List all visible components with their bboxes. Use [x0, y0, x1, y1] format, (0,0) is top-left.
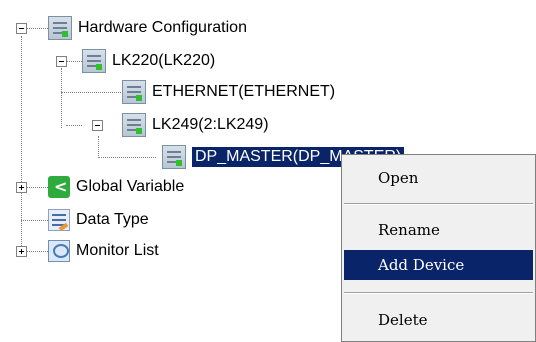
global-variable-icon [48, 176, 70, 198]
hardware-icon [162, 145, 186, 169]
tree-connector [26, 187, 48, 188]
collapse-toggle[interactable] [92, 120, 103, 131]
tree-node-label: Global Variable [76, 178, 185, 195]
tree-node-monitor-list[interactable]: Monitor List [48, 237, 159, 265]
monitor-list-icon [48, 240, 70, 262]
tree-node-global-variable[interactable]: Global Variable [48, 173, 184, 201]
tree-connector [26, 251, 48, 252]
hardware-icon [122, 80, 146, 104]
tree-node-label: Monitor List [76, 242, 159, 259]
tree-node-label: LK249(2:LK249) [152, 116, 269, 133]
collapse-toggle[interactable] [56, 56, 67, 67]
expand-toggle[interactable] [16, 246, 27, 257]
tree-connector [98, 157, 156, 158]
hardware-icon [122, 113, 146, 137]
tree-connector [61, 68, 62, 128]
menu-item-add-device[interactable]: Add Device [344, 250, 533, 280]
collapse-toggle[interactable] [16, 23, 27, 34]
expand-toggle[interactable] [16, 182, 27, 193]
hardware-icon [82, 49, 106, 73]
tree-connector [66, 125, 82, 126]
menu-item-open[interactable]: Open [344, 163, 533, 193]
tree-connector [61, 92, 121, 93]
tree-node-hardware-configuration[interactable]: Hardware Configuration [48, 14, 247, 42]
tree-connector [26, 28, 48, 29]
tree-node-label: Hardware Configuration [78, 19, 247, 36]
tree-node-lk249[interactable]: LK249(2:LK249) [122, 111, 269, 139]
tree-node-label: Data Type [76, 211, 149, 228]
tree-node-label: LK220(LK220) [112, 52, 216, 69]
hardware-icon [48, 16, 72, 40]
data-type-icon [48, 209, 70, 231]
tree-node-label: ETHERNET(ETHERNET) [152, 83, 336, 100]
context-menu: Open Rename Add Device Delete [341, 154, 536, 342]
menu-separator [344, 203, 533, 205]
menu-item-delete[interactable]: Delete [344, 305, 533, 335]
tree-node-lk220[interactable]: LK220(LK220) [82, 47, 215, 75]
menu-separator [344, 292, 533, 294]
tree-node-data-type[interactable]: Data Type [48, 206, 149, 234]
tree-node-ethernet[interactable]: ETHERNET(ETHERNET) [122, 78, 335, 106]
menu-item-rename[interactable]: Rename [344, 215, 533, 245]
tree-connector [98, 136, 99, 158]
tree-connector [21, 220, 48, 221]
tree-connector [66, 61, 82, 62]
